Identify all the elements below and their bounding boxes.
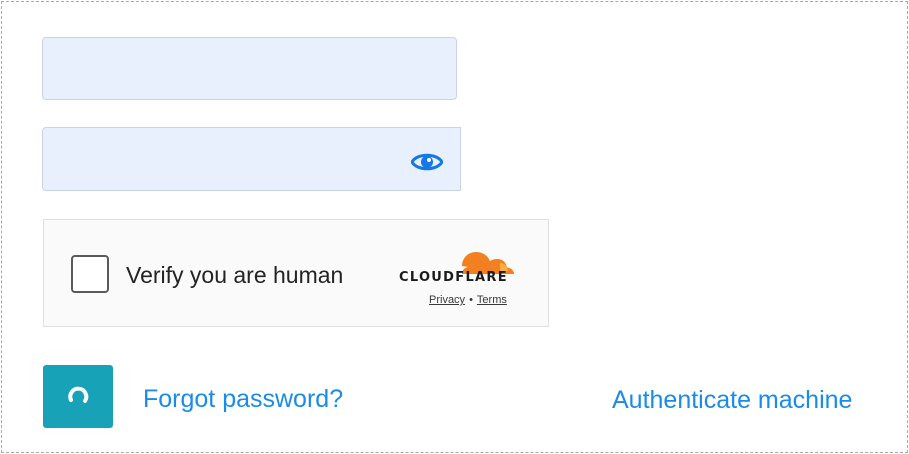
- loading-spinner-icon: [68, 386, 89, 403]
- cloudflare-wordmark: CLOUDFLARE: [399, 270, 508, 285]
- eye-icon[interactable]: [410, 147, 444, 177]
- link-separator: •: [469, 294, 473, 306]
- captcha-footer-links: Privacy • Terms: [429, 294, 507, 306]
- verify-human-checkbox[interactable]: [71, 255, 109, 293]
- password-input[interactable]: [42, 127, 461, 191]
- username-input[interactable]: [42, 37, 457, 100]
- forgot-password-link[interactable]: Forgot password?: [143, 385, 343, 414]
- privacy-link[interactable]: Privacy: [429, 294, 465, 306]
- verify-human-label: Verify you are human: [126, 262, 344, 288]
- submit-button[interactable]: [43, 365, 113, 428]
- authenticate-machine-link[interactable]: Authenticate machine: [612, 386, 852, 415]
- login-panel: Verify you are human CLOUDFLARE Privacy •…: [1, 1, 908, 453]
- cloudflare-turnstile-widget: Verify you are human CLOUDFLARE Privacy •…: [43, 219, 549, 327]
- eye-icon-graphic: [411, 153, 443, 171]
- terms-link[interactable]: Terms: [477, 294, 507, 306]
